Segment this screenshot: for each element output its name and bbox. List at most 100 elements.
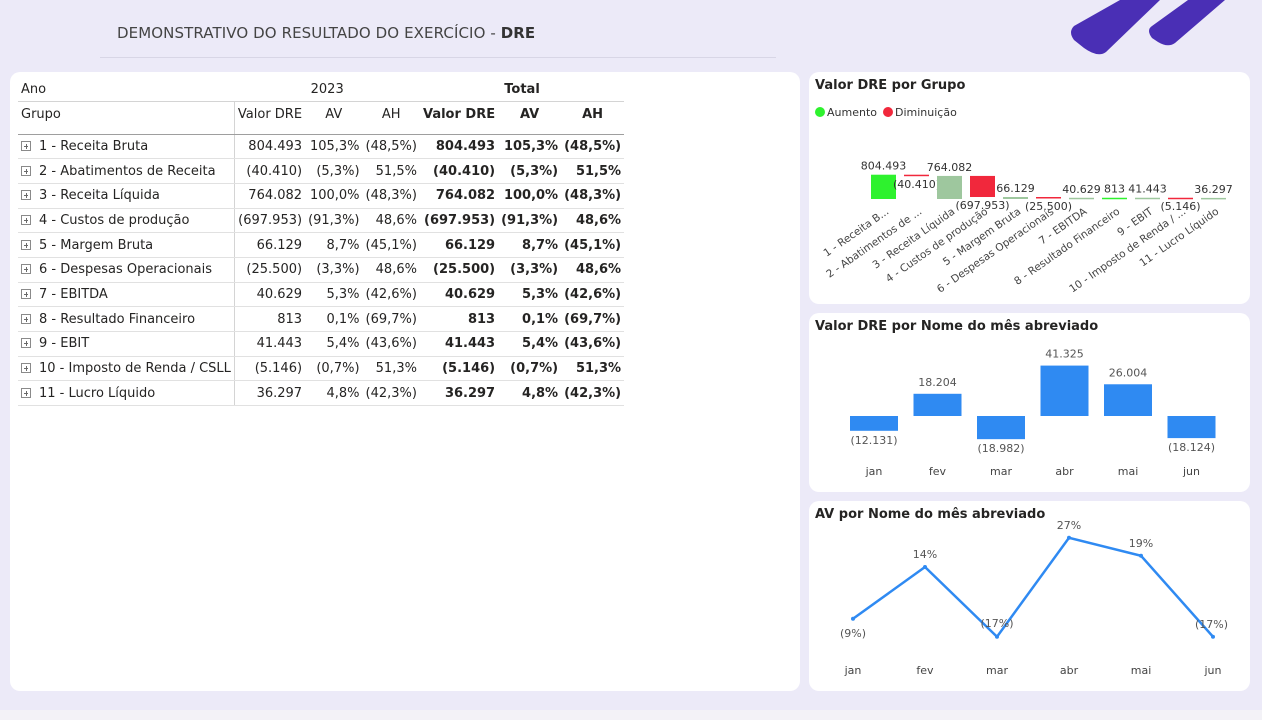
data-label: 40.629	[1062, 183, 1101, 196]
ah-cell: (42,6%)	[362, 282, 420, 308]
table-row[interactable]: 8 - Resultado Financeiro 813 0,1% (69,7%) 81…	[18, 306, 625, 332]
data-label: 36.297	[1194, 183, 1233, 196]
waterfall-bar[interactable]	[1135, 197, 1160, 200]
av-point	[1139, 553, 1143, 558]
group-cell: 8 - Resultado Financeiro	[18, 306, 235, 332]
table-row[interactable]: 5 - Margem Bruta 66.129 8,7% (45,1%) 66.129 8…	[18, 232, 625, 258]
expand-plus-icon[interactable]	[21, 264, 31, 275]
month-bar[interactable]	[1104, 384, 1152, 416]
group-label: 11 - Lucro Líquido	[39, 385, 156, 401]
data-label: 18.204	[918, 376, 957, 389]
table-row[interactable]: 3 - Receita Líquida 764.082 100,0% (48,3%) 7…	[18, 183, 625, 209]
av-cell: 4,8%	[305, 380, 363, 407]
header-total-valor-dre[interactable]: Valor DRE	[419, 101, 499, 135]
table-row[interactable]: 2 - Abatimentos de Receita (40.410) (5,3%)…	[18, 158, 625, 184]
table-row[interactable]: 9 - EBIT 41.443 5,4% (43,6%) 41.443 5,4% (43,6…	[18, 331, 625, 357]
table-row[interactable]: 11 - Lucro Líquido 36.297 4,8% (42,3%) 36.29…	[18, 380, 625, 407]
matrix-card: Ano 2023 Total Grupo Valor DRE AV AH Val…	[10, 72, 800, 691]
expand-plus-icon[interactable]	[21, 313, 31, 324]
waterfall-bar[interactable]	[1036, 197, 1061, 199]
expand-plus-icon[interactable]	[21, 165, 31, 176]
av-line-card: AV por Nome do mês abreviado (9%) jan 14% f…	[809, 501, 1250, 691]
waterfall-bar[interactable]	[904, 174, 929, 177]
total-valor-cell: 813	[419, 306, 499, 332]
av-cell: 5,4%	[305, 331, 363, 357]
total-ah-cell: (45,1%)	[561, 232, 625, 258]
header-total-av[interactable]: AV	[498, 101, 562, 135]
group-cell: 5 - Margem Bruta	[18, 232, 235, 258]
total-valor-cell: (697.953)	[419, 208, 499, 234]
header-ah[interactable]: AH	[362, 101, 420, 135]
matrix-header-row-year: Ano 2023 Total	[18, 79, 625, 102]
waterfall-bar[interactable]	[970, 175, 995, 198]
table-row[interactable]: 1 - Receita Bruta 804.493 105,3% (48,5%) 804…	[18, 134, 625, 160]
table-row[interactable]: 4 - Custos de produção (697.953) (91,3%) 48…	[18, 208, 625, 234]
expand-plus-icon[interactable]	[21, 190, 31, 201]
total-valor-cell: (5.146)	[419, 356, 499, 382]
valor-cell: (697.953)	[234, 208, 306, 234]
total-av-cell: 4,8%	[498, 380, 562, 407]
group-label: 10 - Imposto de Renda / CSLL	[39, 361, 231, 377]
expand-plus-icon[interactable]	[21, 387, 31, 398]
total-ah-cell: (42,6%)	[561, 282, 625, 308]
header-av[interactable]: AV	[305, 101, 363, 135]
ah-cell: (69,7%)	[362, 306, 420, 332]
header-valor-dre[interactable]: Valor DRE	[234, 101, 306, 135]
av-cell: 100,0%	[305, 183, 363, 209]
month-bar[interactable]	[850, 416, 898, 431]
header-total-ah[interactable]: AH	[561, 101, 625, 135]
expand-plus-icon[interactable]	[21, 288, 31, 299]
valor-cell: (5.146)	[234, 356, 306, 382]
month-label: mai	[1131, 664, 1152, 677]
group-label: 1 - Receita Bruta	[39, 138, 149, 154]
av-point	[1211, 634, 1215, 639]
data-label: 14%	[913, 548, 937, 561]
header-year-2023[interactable]: 2023	[234, 79, 420, 102]
header-total[interactable]: Total	[419, 79, 625, 102]
header-ano[interactable]: Ano	[18, 79, 235, 102]
expand-plus-icon[interactable]	[21, 338, 31, 349]
total-valor-cell: (25.500)	[419, 257, 499, 283]
valor-cell: 66.129	[234, 232, 306, 258]
dre-matrix-table: Ano 2023 Total Grupo Valor DRE AV AH Val…	[18, 79, 625, 407]
total-valor-cell: 36.297	[419, 380, 499, 407]
data-label: 26.004	[1109, 366, 1148, 379]
waterfall-bar[interactable]	[1201, 197, 1226, 200]
waterfall-bar[interactable]	[1003, 197, 1028, 199]
valor-cell: 36.297	[234, 380, 306, 407]
data-label: 41.325	[1045, 348, 1084, 361]
total-valor-cell: 66.129	[419, 232, 499, 258]
header-grupo[interactable]: Grupo	[18, 101, 235, 135]
av-point	[995, 634, 999, 639]
expand-plus-icon[interactable]	[21, 214, 31, 225]
total-ah-cell: (42,3%)	[561, 380, 625, 407]
expand-plus-icon[interactable]	[21, 363, 31, 374]
table-row[interactable]: 7 - EBITDA 40.629 5,3% (42,6%) 40.629 5,3% (42…	[18, 282, 625, 308]
data-label: (17%)	[1195, 618, 1228, 631]
month-label: mar	[990, 465, 1012, 478]
waterfall-bar[interactable]	[937, 175, 962, 199]
expand-plus-icon[interactable]	[21, 239, 31, 250]
group-label: 3 - Receita Líquida	[39, 188, 160, 204]
waterfall-bar[interactable]	[1069, 197, 1094, 200]
month-label: jan	[865, 465, 883, 478]
group-cell: 10 - Imposto de Renda / CSLL	[18, 356, 235, 382]
total-av-cell: 0,1%	[498, 306, 562, 332]
month-bar[interactable]	[1040, 365, 1089, 416]
month-bar[interactable]	[1167, 416, 1216, 439]
table-row[interactable]: 6 - Despesas Operacionais (25.500) (3,3%) 4…	[18, 257, 625, 283]
av-cell: (5,3%)	[305, 158, 363, 184]
total-av-cell: (3,3%)	[498, 257, 562, 283]
month-bar[interactable]	[977, 416, 1025, 440]
table-row[interactable]: 10 - Imposto de Renda / CSLL (5.146) (0,7%…	[18, 356, 625, 382]
waterfall-bar[interactable]	[1102, 197, 1127, 200]
expand-plus-icon[interactable]	[21, 140, 31, 151]
page-title-bold: DRE	[500, 24, 536, 42]
data-label: 41.443	[1128, 183, 1167, 196]
total-ah-cell: 48,6%	[561, 257, 625, 283]
total-valor-cell: 41.443	[419, 331, 499, 357]
month-bar[interactable]	[913, 393, 962, 416]
group-label: 4 - Custos de produção	[39, 212, 190, 228]
group-label: 5 - Margem Bruta	[39, 237, 154, 253]
header-divider	[100, 57, 776, 58]
